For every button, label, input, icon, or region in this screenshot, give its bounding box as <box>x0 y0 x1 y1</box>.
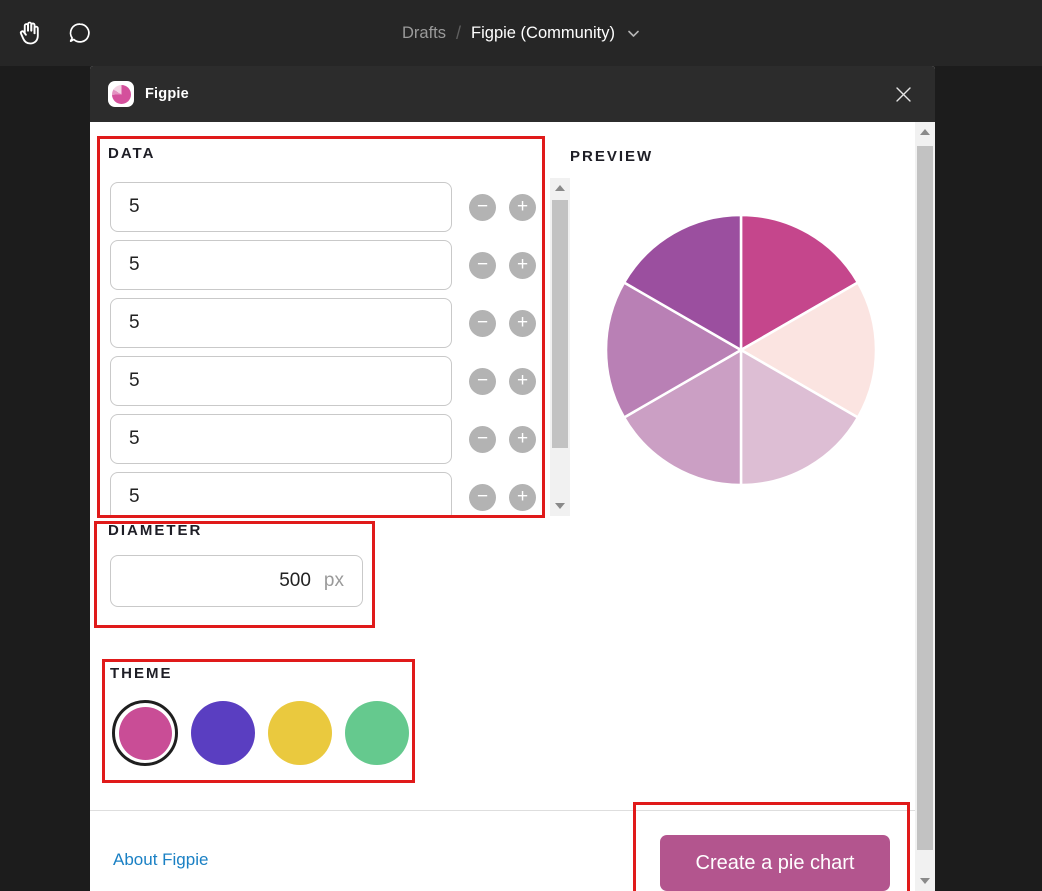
data-row: − + <box>110 472 550 518</box>
theme-swatches <box>112 699 409 767</box>
theme-swatch-purple[interactable] <box>191 701 255 765</box>
diameter-field: px <box>110 555 363 607</box>
data-list-scrollbar[interactable] <box>550 178 570 516</box>
data-row: − + <box>110 414 550 464</box>
stepper: − + <box>469 426 536 453</box>
stepper: − + <box>469 310 536 337</box>
hand-tool-button[interactable] <box>10 13 50 53</box>
data-value-input[interactable] <box>110 240 452 290</box>
figpie-logo-icon <box>108 81 134 107</box>
plugin-title: Figpie <box>145 86 189 102</box>
stepper: − + <box>469 252 536 279</box>
breadcrumb: Drafts / Figpie (Community) <box>0 0 1042 66</box>
preview-section-label: PREVIEW <box>570 148 653 165</box>
increment-button[interactable]: + <box>509 310 536 337</box>
figma-toolbar: Drafts / Figpie (Community) <box>0 0 1042 66</box>
diameter-unit-label: px <box>324 570 344 592</box>
plugin-header: Figpie <box>90 66 935 122</box>
decrement-button[interactable]: − <box>469 484 496 511</box>
decrement-button[interactable]: − <box>469 368 496 395</box>
breadcrumb-current-file[interactable]: Figpie (Community) <box>471 24 615 43</box>
figpie-plugin-window: Figpie DATA − + − + <box>90 66 935 891</box>
theme-swatch-pink[interactable] <box>119 707 172 760</box>
plugin-body: DATA − + − + − + <box>90 122 935 891</box>
data-value-input[interactable] <box>110 414 452 464</box>
data-value-input[interactable] <box>110 182 452 232</box>
stepper: − + <box>469 484 536 511</box>
increment-button[interactable]: + <box>509 368 536 395</box>
theme-swatch-pink-selected[interactable] <box>112 700 178 766</box>
chevron-down-icon[interactable] <box>627 29 640 38</box>
data-value-input[interactable] <box>110 472 452 518</box>
preview-pie <box>604 213 878 487</box>
breadcrumb-separator: / <box>456 23 461 44</box>
data-row: − + <box>110 356 550 406</box>
scroll-up-icon[interactable] <box>915 124 935 140</box>
data-value-input[interactable] <box>110 356 452 406</box>
increment-button[interactable]: + <box>509 194 536 221</box>
plugin-scrollbar[interactable] <box>915 122 935 891</box>
scroll-down-icon[interactable] <box>915 873 935 889</box>
stepper: − + <box>469 194 536 221</box>
scroll-up-icon[interactable] <box>550 180 570 196</box>
breadcrumb-folder[interactable]: Drafts <box>402 24 446 43</box>
theme-swatch-green[interactable] <box>345 701 409 765</box>
theme-section-label: THEME <box>110 665 173 682</box>
data-row: − + <box>110 298 550 348</box>
diameter-section-label: DIAMETER <box>108 522 202 539</box>
increment-button[interactable]: + <box>509 426 536 453</box>
data-list: − + − + − + − <box>110 178 550 518</box>
create-pie-chart-button[interactable]: Create a pie chart <box>660 835 890 891</box>
hand-icon <box>16 19 44 47</box>
comment-icon <box>67 20 93 46</box>
stepper: − + <box>469 368 536 395</box>
data-value-input[interactable] <box>110 298 452 348</box>
decrement-button[interactable]: − <box>469 194 496 221</box>
footer-divider <box>90 810 915 811</box>
decrement-button[interactable]: − <box>469 252 496 279</box>
increment-button[interactable]: + <box>509 484 536 511</box>
scrollbar-thumb[interactable] <box>917 146 933 850</box>
data-section-label: DATA <box>108 145 155 162</box>
data-row: − + <box>110 240 550 290</box>
scrollbar-thumb[interactable] <box>552 200 568 448</box>
decrement-button[interactable]: − <box>469 310 496 337</box>
about-figpie-link[interactable]: About Figpie <box>113 850 208 870</box>
increment-button[interactable]: + <box>509 252 536 279</box>
scroll-down-icon[interactable] <box>550 498 570 514</box>
theme-swatch-yellow[interactable] <box>268 701 332 765</box>
data-row: − + <box>110 182 550 232</box>
close-icon[interactable] <box>889 80 917 108</box>
comment-tool-button[interactable] <box>60 13 100 53</box>
decrement-button[interactable]: − <box>469 426 496 453</box>
diameter-input[interactable] <box>129 570 311 592</box>
